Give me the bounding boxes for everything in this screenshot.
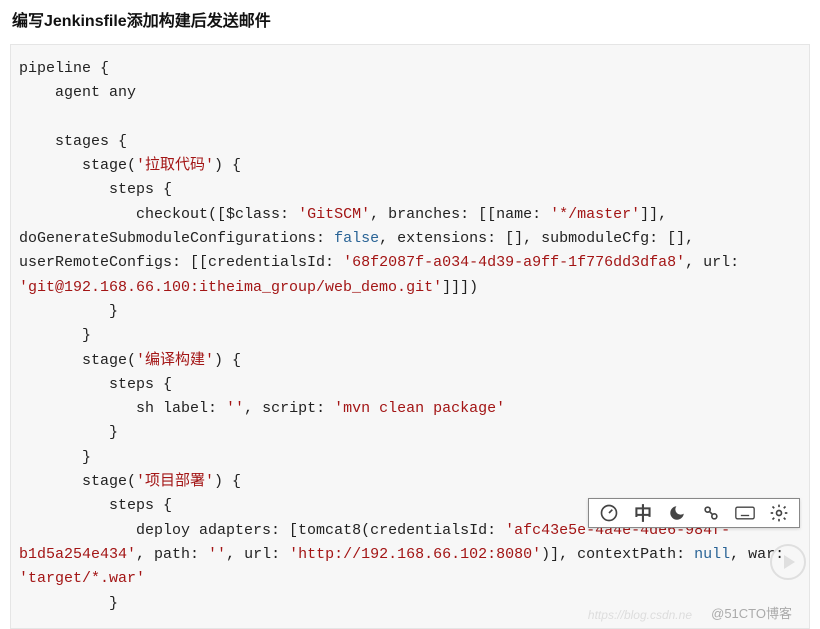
jenkinsfile-code: pipeline { agent any stages { stage('拉取代… xyxy=(10,44,810,629)
gauge-icon[interactable] xyxy=(599,503,619,523)
moon-icon[interactable] xyxy=(667,503,687,523)
watermark: @51CTO博客 xyxy=(711,603,792,622)
page-title: 编写Jenkinsfile添加构建后发送邮件 xyxy=(0,0,820,38)
language-icon[interactable]: 中 xyxy=(633,503,653,523)
link-icon[interactable] xyxy=(701,503,721,523)
play-icon[interactable] xyxy=(770,544,806,580)
watermark-url: https://blog.csdn.ne xyxy=(588,608,692,622)
floating-toolbar: 中 xyxy=(588,498,800,528)
gear-icon[interactable] xyxy=(769,503,789,523)
keyboard-icon[interactable] xyxy=(735,503,755,523)
